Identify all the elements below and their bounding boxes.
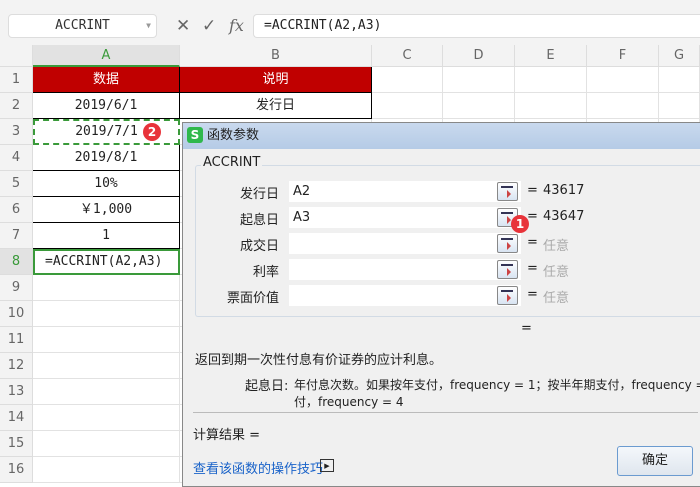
divider — [193, 412, 698, 413]
chevron-down-icon[interactable]: ▼ — [146, 15, 151, 37]
cancel-icon[interactable]: ✕ — [176, 14, 190, 38]
column-header-D[interactable]: D — [443, 45, 515, 67]
param-label: 起息日 — [239, 213, 279, 228]
range-select-icon[interactable] — [497, 234, 518, 253]
column-header-A[interactable]: A — [33, 45, 180, 67]
param-input[interactable]: A2 — [289, 181, 521, 202]
param-eq: = — [527, 183, 538, 198]
param-eq: = — [527, 287, 538, 302]
range-select-icon[interactable] — [497, 260, 518, 279]
cell-F1[interactable] — [587, 67, 659, 93]
cell-A14[interactable] — [33, 405, 180, 431]
dialog-title-bar[interactable]: S 函数参数 — [183, 123, 700, 149]
param-result: 任意 — [543, 291, 570, 306]
ok-button[interactable]: 确定 — [617, 446, 693, 476]
row-header-1[interactable]: 1 — [0, 67, 33, 93]
param-result: 43617 — [543, 183, 585, 198]
param-result: 43647 — [543, 209, 585, 224]
range-select-icon[interactable] — [497, 182, 518, 201]
cell-G2[interactable] — [659, 93, 700, 119]
row-header-3[interactable]: 3 — [0, 119, 33, 145]
name-box-value: ACCRINT — [55, 18, 110, 33]
param-input[interactable]: A3 — [289, 207, 521, 228]
param-label: 成交日 — [239, 239, 279, 254]
row-header-9[interactable]: 9 — [0, 275, 33, 301]
cell-A7[interactable]: 1 — [33, 223, 180, 249]
cell-D1[interactable] — [443, 67, 515, 93]
step-badge-2: 2 — [143, 123, 161, 141]
cell-B2[interactable]: 发行日 — [180, 93, 372, 119]
help-link[interactable]: 查看该函数的操作技巧 — [193, 458, 323, 477]
cell-A2[interactable]: 2019/6/1 — [33, 93, 180, 119]
row-header-2[interactable]: 2 — [0, 93, 33, 119]
select-all-corner[interactable] — [0, 45, 33, 67]
cell-F2[interactable] — [587, 93, 659, 119]
param-result: 任意 — [543, 239, 570, 254]
row-header-13[interactable]: 13 — [0, 379, 33, 405]
row-header-5[interactable]: 5 — [0, 171, 33, 197]
cell-D2[interactable] — [443, 93, 515, 119]
name-box[interactable]: ACCRINT ▼ — [8, 14, 157, 38]
param-input[interactable] — [289, 285, 521, 306]
param-eq: = — [527, 235, 538, 250]
cell-G1[interactable] — [659, 67, 700, 93]
formula-input[interactable]: =ACCRINT(A2,A3) — [253, 14, 700, 38]
param-help-line2: 付，frequency = 4 — [294, 395, 404, 409]
column-header-B[interactable]: B — [180, 45, 372, 67]
cell-A11[interactable] — [33, 327, 180, 353]
row-header-10[interactable]: 10 — [0, 301, 33, 327]
column-header-F[interactable]: F — [587, 45, 659, 67]
param-input[interactable] — [289, 259, 521, 280]
column-header-E[interactable]: E — [515, 45, 587, 67]
wps-logo-icon: S — [187, 127, 203, 143]
formula-bar: ACCRINT ▼ ✕ ✓ fx =ACCRINT(A2,A3) — [0, 0, 700, 45]
cell-C2[interactable] — [372, 93, 443, 119]
cell-A9[interactable] — [33, 275, 180, 301]
cell-A10[interactable] — [33, 301, 180, 327]
row-header-15[interactable]: 15 — [0, 431, 33, 457]
param-label: 利率 — [252, 265, 279, 280]
row-header-12[interactable]: 12 — [0, 353, 33, 379]
overall-eq: = — [521, 321, 532, 336]
step-badge-1: 1 — [511, 215, 529, 233]
cell-A8[interactable]: =ACCRINT(A2,A3) — [33, 249, 180, 275]
video-play-icon[interactable]: ▶ — [320, 459, 334, 472]
row-header-14[interactable]: 14 — [0, 405, 33, 431]
range-select-icon[interactable] — [497, 286, 518, 305]
cell-A12[interactable] — [33, 353, 180, 379]
param-input[interactable] — [289, 233, 521, 254]
cell-A15[interactable] — [33, 431, 180, 457]
cell-A4[interactable]: 2019/8/1 — [33, 145, 180, 171]
fx-icon[interactable]: fx — [229, 14, 244, 38]
cell-A5[interactable]: 10% — [33, 171, 180, 197]
param-eq: = — [527, 261, 538, 276]
param-help-label: 起息日: — [245, 379, 289, 394]
cell-A13[interactable] — [33, 379, 180, 405]
param-help-line1: 年付息次数。如果按年支付，frequency = 1；按半年期支付，freque… — [294, 378, 700, 392]
cell-E2[interactable] — [515, 93, 587, 119]
function-name: ACCRINT — [201, 155, 263, 170]
row-header-6[interactable]: 6 — [0, 197, 33, 223]
column-header-C[interactable]: C — [372, 45, 443, 67]
cell-E1[interactable] — [515, 67, 587, 93]
param-label: 发行日 — [239, 187, 279, 202]
row-header-11[interactable]: 11 — [0, 327, 33, 353]
cell-C1[interactable] — [372, 67, 443, 93]
column-header-G[interactable]: G — [659, 45, 700, 67]
cell-A16[interactable] — [33, 457, 180, 483]
row-header-7[interactable]: 7 — [0, 223, 33, 249]
param-result: 任意 — [543, 265, 570, 280]
confirm-icon[interactable]: ✓ — [202, 14, 216, 38]
param-label: 票面价值 — [226, 291, 279, 306]
cell-B1[interactable]: 说明 — [180, 67, 372, 93]
function-arguments-dialog: S 函数参数 ACCRINT 发行日 A2 = 43617 起息日 A3 = 43647 成交日 =… — [182, 122, 700, 487]
result-label: 计算结果 = — [193, 428, 261, 443]
cell-A1[interactable]: 数据 — [33, 67, 180, 93]
function-description: 返回到期一次性付息有价证券的应计利息。 — [195, 353, 443, 368]
row-header-8[interactable]: 8 — [0, 249, 33, 275]
row-header-4[interactable]: 4 — [0, 145, 33, 171]
row-header-16[interactable]: 16 — [0, 457, 33, 483]
dialog-title: 函数参数 — [207, 128, 260, 143]
cell-A6[interactable]: ￥1,000 — [33, 197, 180, 223]
